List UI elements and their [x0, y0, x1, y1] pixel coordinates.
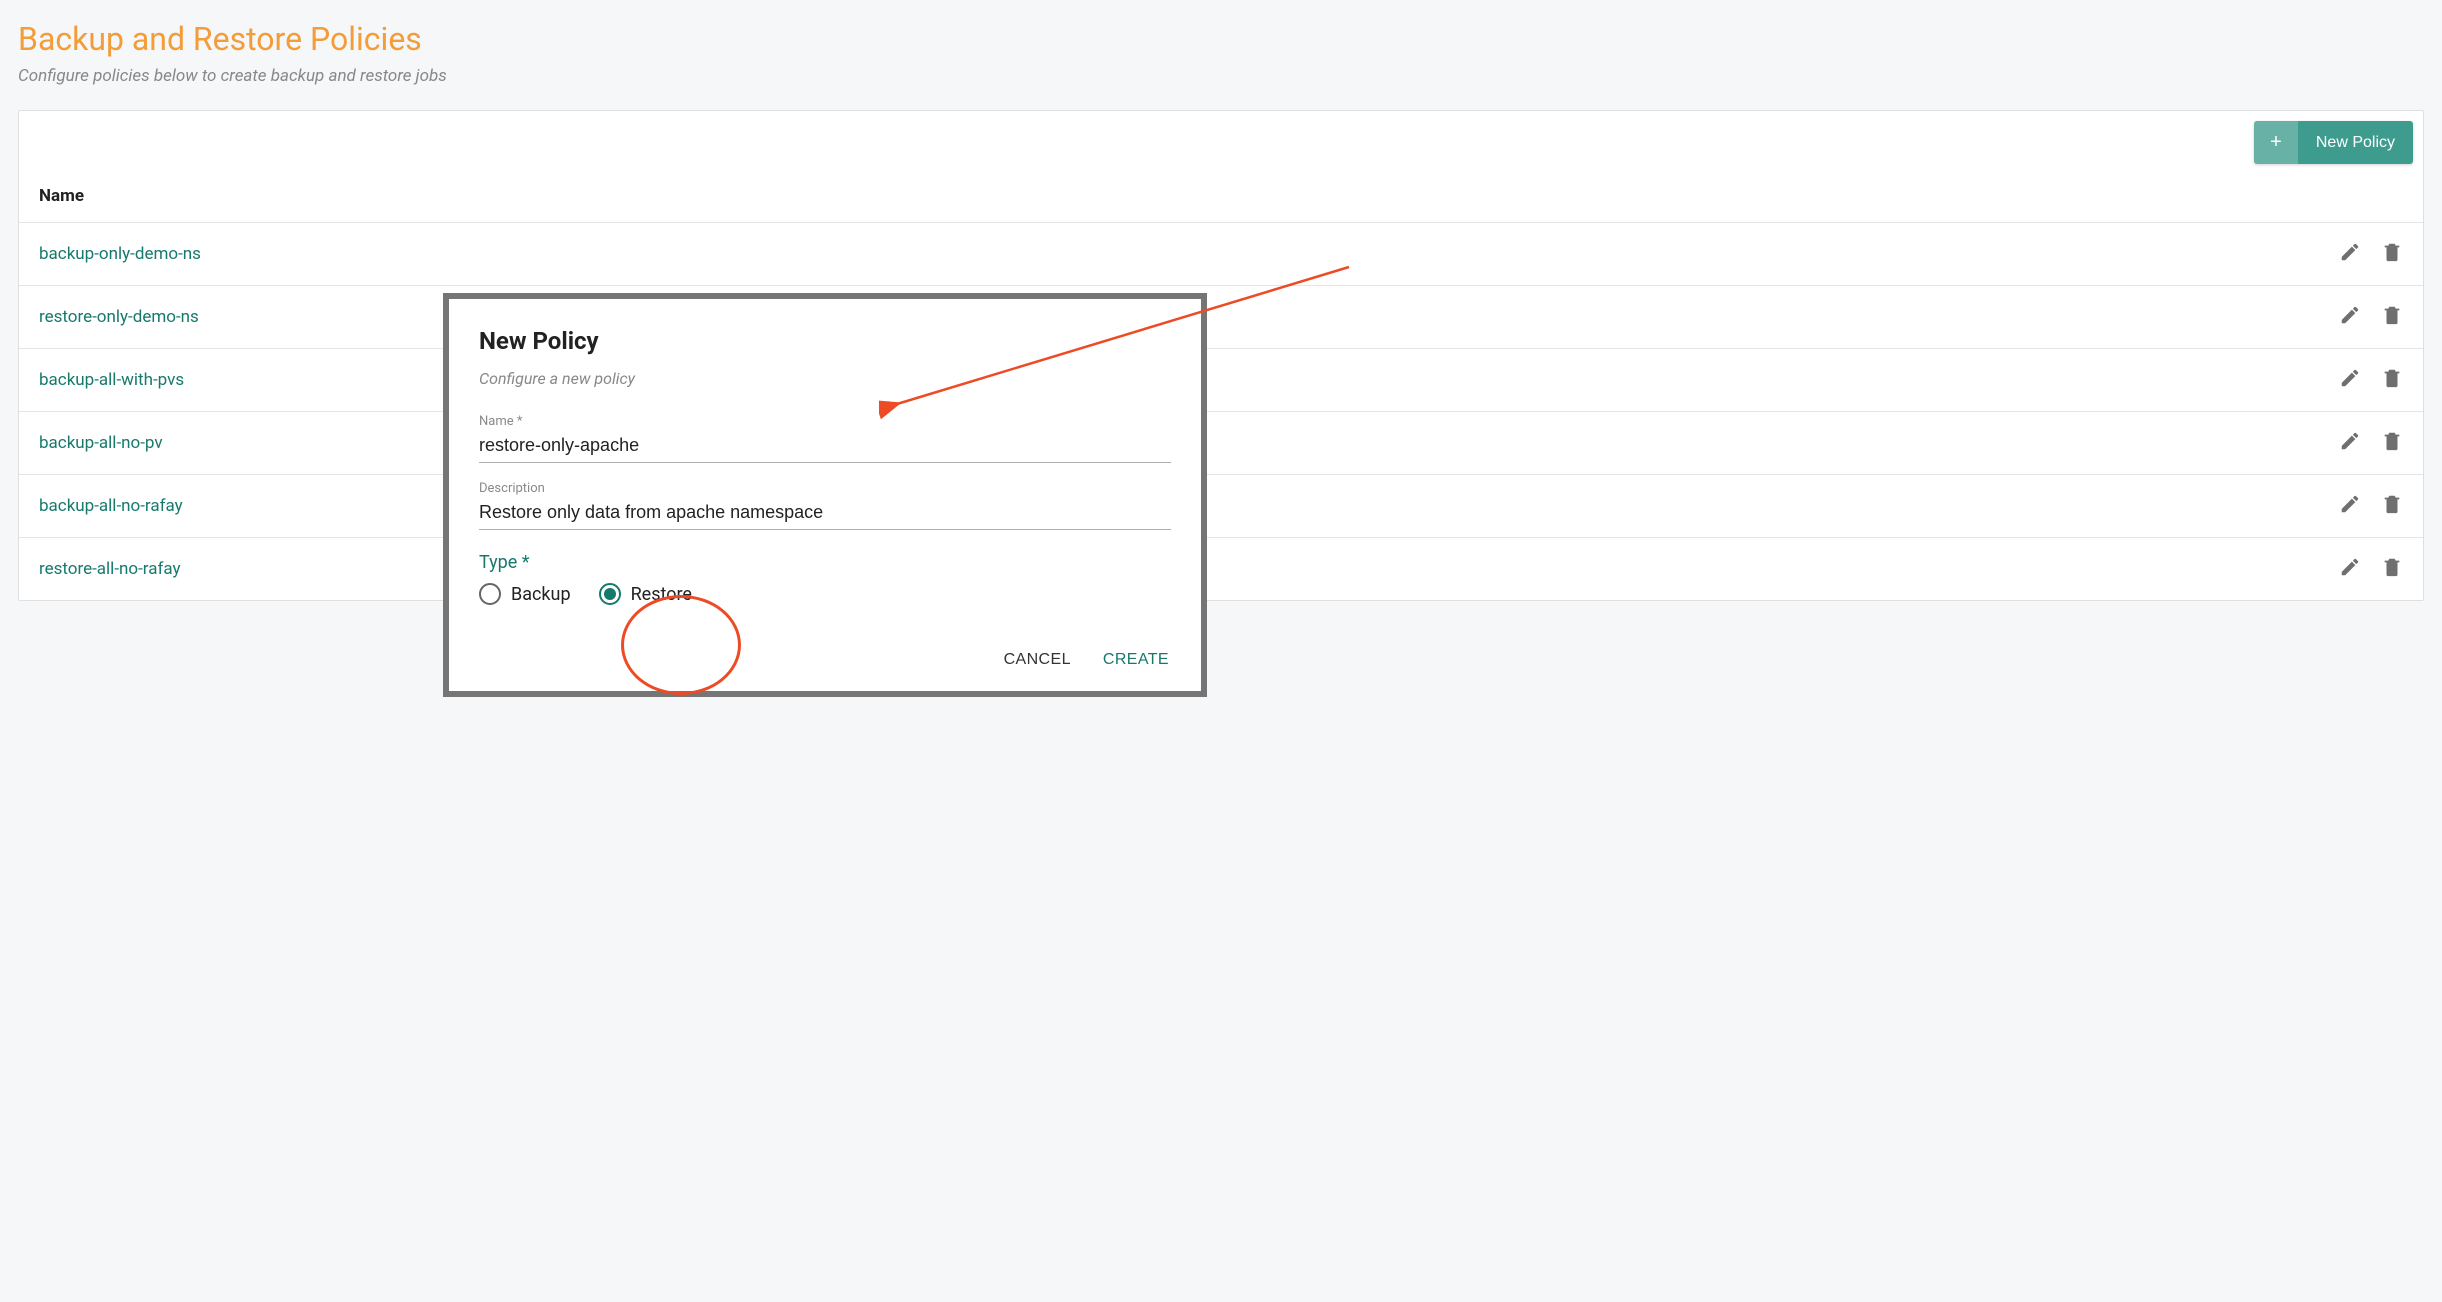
radio-backup-label: Backup	[511, 584, 571, 605]
policy-link[interactable]: backup-all-no-pv	[39, 433, 163, 453]
edit-icon[interactable]	[2339, 304, 2361, 330]
new-policy-modal: New Policy Configure a new policy Name *…	[449, 299, 1201, 691]
policy-link[interactable]: backup-all-with-pvs	[39, 370, 184, 390]
policy-link[interactable]: backup-all-no-rafay	[39, 496, 183, 516]
radio-icon	[479, 583, 501, 605]
row-actions	[2339, 556, 2403, 582]
policy-link[interactable]: restore-only-demo-ns	[39, 307, 199, 327]
plus-icon: +	[2254, 121, 2298, 164]
policies-card: + New Policy Name backup-only-demo-ns res…	[18, 110, 2424, 601]
row-actions	[2339, 493, 2403, 519]
description-input[interactable]	[479, 498, 1171, 530]
radio-restore-label: Restore	[631, 584, 692, 605]
table-header-name: Name	[19, 170, 2423, 223]
edit-icon[interactable]	[2339, 556, 2361, 582]
radio-restore[interactable]: Restore	[599, 583, 692, 605]
name-input[interactable]	[479, 431, 1171, 463]
table-row: restore-only-demo-ns	[19, 286, 2423, 349]
name-field-label: Name *	[479, 414, 1171, 429]
delete-icon[interactable]	[2381, 430, 2403, 456]
new-policy-label: New Policy	[2298, 121, 2413, 164]
create-button[interactable]: CREATE	[1101, 647, 1171, 673]
table-row: backup-all-with-pvs	[19, 349, 2423, 412]
delete-icon[interactable]	[2381, 241, 2403, 267]
policy-link[interactable]: restore-all-no-rafay	[39, 559, 181, 579]
edit-icon[interactable]	[2339, 430, 2361, 456]
edit-icon[interactable]	[2339, 367, 2361, 393]
delete-icon[interactable]	[2381, 493, 2403, 519]
modal-title: New Policy	[479, 327, 1171, 355]
policy-link[interactable]: backup-only-demo-ns	[39, 244, 201, 264]
cancel-button[interactable]: CANCEL	[1002, 647, 1073, 673]
row-actions	[2339, 367, 2403, 393]
page-title: Backup and Restore Policies	[18, 20, 2424, 58]
radio-icon	[599, 583, 621, 605]
table-row: backup-all-no-pv	[19, 412, 2423, 475]
radio-backup[interactable]: Backup	[479, 583, 571, 605]
table-row: backup-all-no-rafay	[19, 475, 2423, 538]
delete-icon[interactable]	[2381, 556, 2403, 582]
delete-icon[interactable]	[2381, 367, 2403, 393]
modal-subtitle: Configure a new policy	[479, 369, 1171, 388]
description-field-label: Description	[479, 481, 1171, 496]
row-actions	[2339, 304, 2403, 330]
row-actions	[2339, 241, 2403, 267]
type-radio-group: Backup Restore	[479, 583, 1171, 605]
row-actions	[2339, 430, 2403, 456]
table-row: backup-only-demo-ns	[19, 223, 2423, 286]
new-policy-button[interactable]: + New Policy	[2254, 121, 2413, 164]
card-toolbar: + New Policy	[19, 111, 2423, 170]
edit-icon[interactable]	[2339, 241, 2361, 267]
type-field-label: Type *	[479, 552, 1171, 573]
table-row: restore-all-no-rafay	[19, 538, 2423, 600]
delete-icon[interactable]	[2381, 304, 2403, 330]
page-subtitle: Configure policies below to create backu…	[18, 66, 2424, 86]
edit-icon[interactable]	[2339, 493, 2361, 519]
